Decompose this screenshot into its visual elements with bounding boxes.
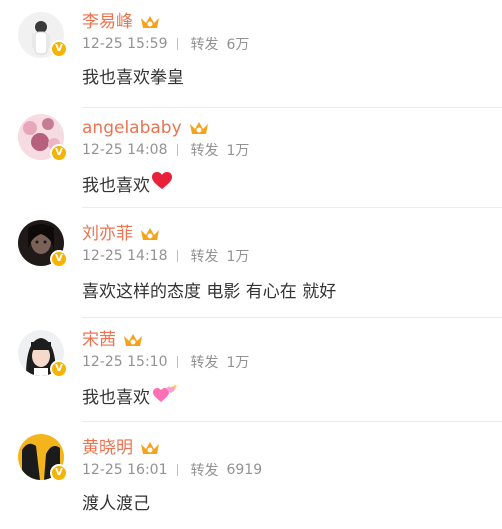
repost-label[interactable]: 转发 [190,246,218,266]
vip-crown-icon [139,13,161,31]
username-link[interactable]: angelababy [82,116,182,140]
red-heart-icon [152,171,172,195]
comment-item: V angelababy 12-25 14:08 转发 1万 我也喜欢 [0,108,502,208]
comment-item: V 李易峰 12-25 15:59 转发 6万 我也喜欢拳皇 [0,0,502,108]
meta-separator [177,356,179,368]
repost-count: 6919 [226,462,263,478]
comment-text: 喜欢这样的态度 电影 有心在 就好 [82,281,337,302]
verified-badge-icon: V [50,250,68,268]
repost-label[interactable]: 转发 [190,140,218,160]
comment-item: V 刘亦菲 12-25 14:18 转发 1万 喜欢这样的态度 电影 有心在 就… [0,208,502,318]
comment-item: V 黄晓明 12-25 16:01 转发 6919 渡人渡己 [0,422,502,529]
comment-item: V 宋茜 12-25 15:10 转发 1万 我也喜欢 [0,318,502,422]
comment-text: 渡人渡己 [82,493,150,514]
vip-crown-icon [122,331,144,349]
comment-text: 我也喜欢 [82,175,150,196]
verified-badge-icon: V [50,40,68,58]
comment-time: 12-25 15:10 [82,354,168,370]
verified-badge-icon: V [50,360,68,378]
repost-count: 1万 [226,249,250,265]
vip-crown-icon [139,225,161,243]
repost-count: 1万 [226,355,250,371]
comment-time: 12-25 14:08 [82,142,168,158]
vip-crown-icon [188,119,210,137]
comment-time: 12-25 15:59 [82,36,168,52]
comment-time: 12-25 14:18 [82,248,168,264]
username-link[interactable]: 刘亦菲 [82,222,133,246]
username-link[interactable]: 黄晓明 [82,436,133,460]
repost-count: 1万 [226,143,250,159]
meta-separator [177,464,179,476]
sparkling-hearts-icon [152,383,178,408]
repost-count: 6万 [226,37,250,53]
meta-separator [177,144,179,156]
vip-crown-icon [139,439,161,457]
username-link[interactable]: 宋茜 [82,328,116,352]
meta-separator [177,250,179,262]
comment-text: 我也喜欢拳皇 [82,67,184,88]
comment-text: 我也喜欢 [82,387,150,408]
repost-label[interactable]: 转发 [190,34,218,54]
meta-separator [177,38,179,50]
repost-label[interactable]: 转发 [190,460,218,480]
verified-badge-icon: V [50,464,68,482]
username-link[interactable]: 李易峰 [82,10,133,34]
comment-time: 12-25 16:01 [82,462,168,478]
verified-badge-icon: V [50,144,68,162]
comment-feed: V 李易峰 12-25 15:59 转发 6万 我也喜欢拳皇 V angelab… [0,0,502,529]
repost-label[interactable]: 转发 [190,352,218,372]
